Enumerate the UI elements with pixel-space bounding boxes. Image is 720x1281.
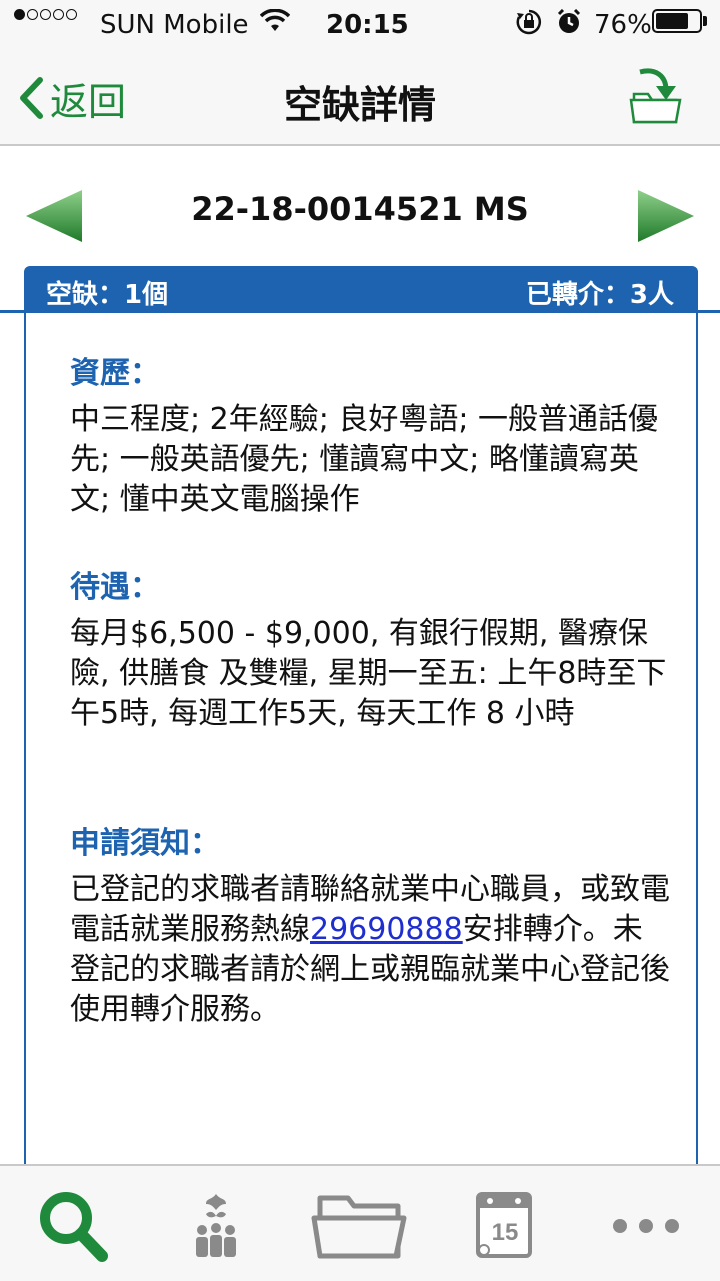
more-icon <box>613 1219 679 1233</box>
signal-strength-icon <box>14 9 77 20</box>
people-icon <box>196 1194 236 1257</box>
qualifications-text: 中三程度; 2年經驗; 良好粵語; 一般普通話優先; 一般英語優先; 懂讀寫中文… <box>70 402 659 517</box>
search-icon <box>40 1192 108 1262</box>
vacancy-count-bar: 空缺：1個 已轉介：3人 <box>24 266 698 312</box>
application-section: 申請須知： 已登記的求職者請聯絡就業中心職員，或致電電話就業服務熱線296908… <box>70 824 670 1030</box>
tab-bar: 15 <box>0 1164 720 1281</box>
alarm-icon <box>557 8 581 43</box>
save-job-button[interactable] <box>626 64 686 126</box>
benefits-section: 待遇： 每月$6,500 - $9,000, 有銀行假期, 醫療保險, 供膳食 … <box>70 568 670 734</box>
navigation-bar: 返回 空缺詳情 <box>0 50 720 146</box>
battery-level-fill <box>656 13 688 29</box>
hotline-phone-link[interactable]: 29690888 <box>310 912 463 947</box>
save-to-folder-icon <box>629 68 682 124</box>
wifi-icon <box>259 8 291 41</box>
tab-search[interactable] <box>36 1184 112 1264</box>
vacancy-id: 22-18-0014521 MS <box>191 190 529 228</box>
application-heading: 申請須知： <box>70 826 220 861</box>
vacancies-count: 空缺：1個 <box>46 280 169 310</box>
tab-employment[interactable] <box>186 1184 246 1264</box>
vacancy-details: 資歷： 中三程度; 2年經驗; 良好粵語; 一般普通話優先; 一般英語優先; 懂… <box>24 312 698 1172</box>
vacancy-header: 22-18-0014521 MS <box>0 180 720 250</box>
status-bar: SUN Mobile 20:15 76% <box>0 0 720 50</box>
page-title: 空缺詳情 <box>283 83 436 127</box>
benefits-text: 每月$6,500 - $9,000, 有銀行假期, 醫療保險, 供膳食 及雙糧,… <box>70 616 667 731</box>
benefits-heading: 待遇： <box>70 570 160 605</box>
carrier-name: SUN Mobile <box>100 10 249 40</box>
rotation-lock-icon <box>516 9 542 43</box>
calendar-icon: 15 <box>476 1192 532 1258</box>
referred-count: 已轉介：3人 <box>525 280 674 310</box>
arrow-right-icon <box>638 190 694 242</box>
calendar-day-label: 15 <box>492 1219 519 1246</box>
qualifications-heading: 資歷： <box>70 356 160 391</box>
qualifications-section: 資歷： 中三程度; 2年經驗; 良好粵語; 一般普通話優先; 一般英語優先; 懂… <box>70 354 670 520</box>
tab-saved[interactable] <box>310 1184 410 1264</box>
next-vacancy-button[interactable] <box>636 188 696 244</box>
clock-time: 20:15 <box>326 10 409 40</box>
battery-percentage: 76% <box>594 10 652 40</box>
battery-icon <box>652 9 708 33</box>
tab-calendar[interactable]: 15 <box>474 1184 534 1264</box>
folder-icon <box>311 1195 407 1259</box>
application-text: 已登記的求職者請聯絡就業中心職員，或致電電話就業服務熱線29690888安排轉介… <box>70 870 670 1030</box>
tab-more[interactable] <box>608 1184 684 1264</box>
